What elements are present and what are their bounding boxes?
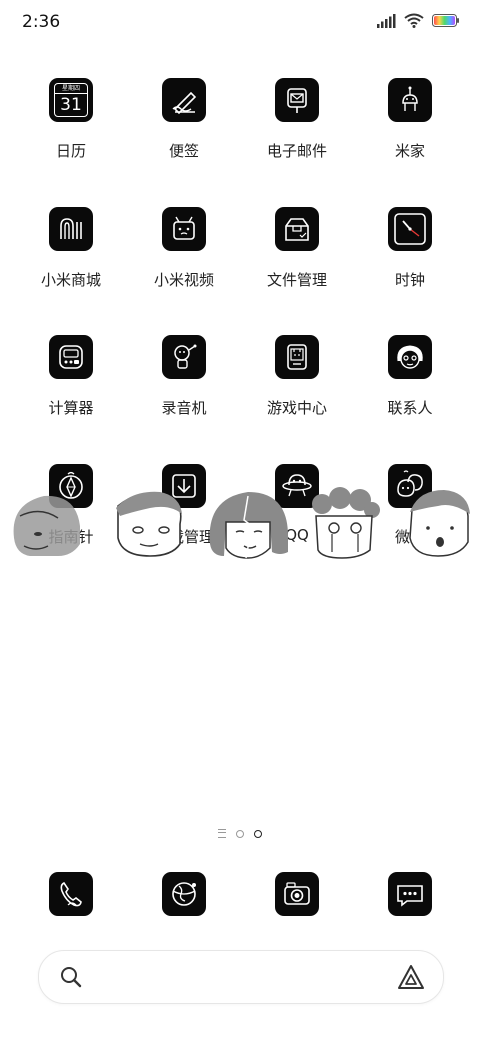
notes-icon: [162, 78, 206, 122]
app-calculator[interactable]: 计算器: [16, 335, 126, 418]
dock-messages[interactable]: [355, 872, 465, 916]
app-label: 日历: [55, 142, 86, 160]
app-label: 微信: [394, 528, 425, 546]
app-label: QQ: [285, 526, 309, 544]
messages-icon: [388, 872, 432, 916]
app-label: 游戏中心: [266, 399, 327, 417]
app-label: 米家: [394, 142, 425, 160]
status-icons: [376, 13, 460, 28]
app-label: 指南针: [48, 528, 94, 546]
search-bar[interactable]: [38, 950, 444, 1004]
app-label: 文件管理: [266, 271, 327, 289]
calendar-weekday: 星期四: [55, 84, 87, 94]
contacts-icon: [388, 335, 432, 379]
app-recorder[interactable]: 录音机: [129, 335, 239, 418]
app-mail[interactable]: 电子邮件: [242, 78, 352, 161]
search-icon[interactable]: [59, 965, 83, 989]
mail-icon: [275, 78, 319, 122]
browser-icon: [162, 872, 206, 916]
app-contacts[interactable]: 联系人: [355, 335, 465, 418]
file-manager-icon: [275, 207, 319, 251]
game-center-icon: [275, 335, 319, 379]
dock-browser[interactable]: [129, 872, 239, 916]
recorder-icon: [162, 335, 206, 379]
status-time: 2:36: [22, 12, 61, 32]
app-label: 小米商城: [40, 271, 101, 289]
calculator-icon: [49, 335, 93, 379]
phone-icon: [49, 872, 93, 916]
app-video[interactable]: 小米视频: [129, 207, 239, 290]
app-game-center[interactable]: 游戏中心: [242, 335, 352, 418]
status-bar: 2:36: [0, 0, 480, 44]
app-label: 小米视频: [153, 271, 214, 289]
wechat-icon: [388, 464, 432, 508]
app-label: 录音机: [161, 399, 207, 417]
page-dot-1[interactable]: [236, 829, 244, 838]
app-mi-store[interactable]: 小米商城: [16, 207, 126, 290]
app-label: 联系人: [387, 399, 433, 417]
page-dot-2-active[interactable]: [254, 829, 262, 838]
app-label: 计算器: [48, 399, 94, 417]
app-row: 指南针 下载管理 QQ 微信: [0, 464, 480, 564]
qq-icon: [275, 464, 319, 508]
app-clock[interactable]: 时钟: [355, 207, 465, 290]
dock: [0, 872, 480, 916]
compass-icon: [49, 464, 93, 508]
app-download[interactable]: 下载管理: [129, 464, 239, 547]
download-icon: [162, 464, 206, 508]
page-indicator-list-icon[interactable]: [218, 829, 226, 838]
app-label: 下载管理: [153, 528, 214, 546]
camera-icon: [275, 872, 319, 916]
app-row: 计算器 录音机 游戏中心 联系人: [0, 335, 480, 435]
calendar-day: 31: [60, 95, 82, 115]
video-icon: [162, 207, 206, 251]
mi-store-icon: [49, 207, 93, 251]
app-compass[interactable]: 指南针: [16, 464, 126, 547]
app-notes[interactable]: 便签: [129, 78, 239, 161]
app-file-manager[interactable]: 文件管理: [242, 207, 352, 290]
app-label: 便签: [168, 142, 199, 160]
app-wechat[interactable]: 微信: [355, 464, 465, 547]
app-label: 电子邮件: [266, 142, 327, 160]
app-mijia[interactable]: 米家: [355, 78, 465, 161]
mijia-icon: [388, 78, 432, 122]
clock-icon: [388, 207, 432, 251]
app-row: 星期四 31 日历 便签 电子邮件 米家: [0, 78, 480, 178]
app-qq[interactable]: QQ: [242, 464, 352, 544]
dock-phone[interactable]: [16, 872, 126, 916]
app-calendar[interactable]: 星期四 31 日历: [16, 78, 126, 161]
assistant-icon[interactable]: [397, 964, 425, 990]
page-indicator[interactable]: [0, 829, 480, 838]
signal-icon: [377, 13, 396, 28]
dock-camera[interactable]: [242, 872, 352, 916]
app-row: 小米商城 小米视频 文件管理 时钟: [0, 207, 480, 307]
calendar-icon: 星期四 31: [49, 78, 93, 122]
app-label: 时钟: [394, 271, 425, 289]
battery-icon: [432, 14, 459, 27]
wifi-icon: [404, 13, 424, 28]
